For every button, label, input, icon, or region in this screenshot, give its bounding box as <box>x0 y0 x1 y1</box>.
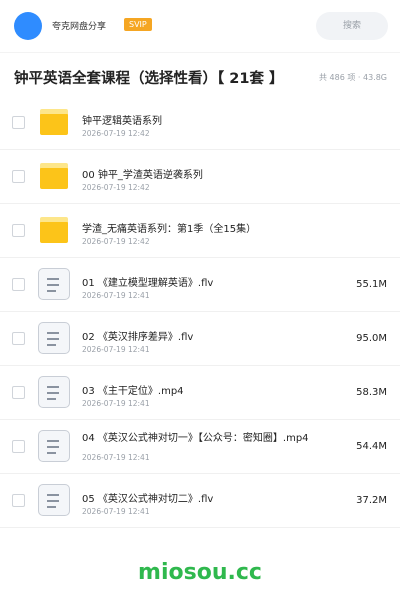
row-checkbox[interactable] <box>12 494 25 507</box>
avatar[interactable] <box>14 12 42 40</box>
file-size: 55.1M <box>356 279 387 290</box>
file-size: 37.2M <box>356 495 387 506</box>
file-date: 2026-07-19 12:42 <box>82 237 150 246</box>
file-size: 58.3M <box>356 387 387 398</box>
header: 夸克网盘分享 SVIP 搜索 <box>0 0 400 52</box>
file-date: 2026-07-19 12:41 <box>82 453 150 462</box>
file-name[interactable]: 01 《建立模型理解英语》.flv <box>82 274 213 289</box>
file-row[interactable]: 钟平逻辑英语系列 2026-07-19 12:42 <box>0 96 400 150</box>
page-title: 钟平英语全套课程（选择性看）【 21套 】 <box>14 71 284 87</box>
file-row[interactable]: 02 《英汉排序差异》.flv 2026-07-19 12:41 95.0M <box>0 312 400 366</box>
share-owner-name: 夸克网盘分享 <box>52 22 107 32</box>
svip-badge: SVIP <box>124 18 152 31</box>
file-row[interactable]: 学渣_无痛英语系列：第1季（全15集） 2026-07-19 12:42 <box>0 204 400 258</box>
row-checkbox[interactable] <box>12 440 25 453</box>
file-date: 2026-07-19 12:41 <box>82 399 150 408</box>
file-row[interactable]: 00 钟平_学渣英语逆袭系列 2026-07-19 12:42 <box>0 150 400 204</box>
file-size: 54.4M <box>356 441 387 452</box>
file-name[interactable]: 钟平逻辑英语系列 <box>82 112 162 127</box>
file-size: 95.0M <box>356 333 387 344</box>
file-name[interactable]: 学渣_无痛英语系列：第1季（全15集） <box>82 220 256 235</box>
file-name[interactable]: 03 《主干定位》.mp4 <box>82 382 184 397</box>
folder-icon <box>40 109 68 135</box>
row-checkbox[interactable] <box>12 116 25 129</box>
video-file-icon <box>38 268 70 300</box>
file-date: 2026-07-19 12:42 <box>82 129 150 138</box>
file-name[interactable]: 00 钟平_学渣英语逆袭系列 <box>82 166 203 181</box>
item-count-size: 共 486 项 · 43.8G <box>319 73 387 82</box>
video-file-icon <box>38 484 70 516</box>
search-button[interactable]: 搜索 <box>316 12 388 40</box>
title-bar: 钟平英语全套课程（选择性看）【 21套 】 共 486 项 · 43.8G <box>0 52 400 98</box>
video-file-icon <box>38 376 70 408</box>
watermark-text: miosou.cc <box>138 560 262 585</box>
row-checkbox[interactable] <box>12 278 25 291</box>
row-checkbox[interactable] <box>12 386 25 399</box>
file-row[interactable]: 01 《建立模型理解英语》.flv 2026-07-19 12:41 55.1M <box>0 258 400 312</box>
file-name[interactable]: 02 《英汉排序差异》.flv <box>82 328 193 343</box>
row-checkbox[interactable] <box>12 332 25 345</box>
file-row[interactable]: 03 《主干定位》.mp4 2026-07-19 12:41 58.3M <box>0 366 400 420</box>
video-file-icon <box>38 322 70 354</box>
file-row[interactable]: 04 《英汉公式神对切一》【公众号：密知圈】.mp4 2026-07-19 12:… <box>0 420 400 474</box>
row-checkbox[interactable] <box>12 224 25 237</box>
file-date: 2026-07-19 12:41 <box>82 507 150 516</box>
file-name[interactable]: 05 《英汉公式神对切二》.flv <box>82 490 213 505</box>
folder-icon <box>40 163 68 189</box>
file-date: 2026-07-19 12:41 <box>82 291 150 300</box>
file-date: 2026-07-19 12:42 <box>82 183 150 192</box>
row-checkbox[interactable] <box>12 170 25 183</box>
file-date: 2026-07-19 12:41 <box>82 345 150 354</box>
file-name[interactable]: 04 《英汉公式神对切一》【公众号：密知圈】.mp4 <box>82 432 332 445</box>
folder-icon <box>40 217 68 243</box>
file-row[interactable]: 05 《英汉公式神对切二》.flv 2026-07-19 12:41 37.2M <box>0 474 400 528</box>
video-file-icon <box>38 430 70 462</box>
